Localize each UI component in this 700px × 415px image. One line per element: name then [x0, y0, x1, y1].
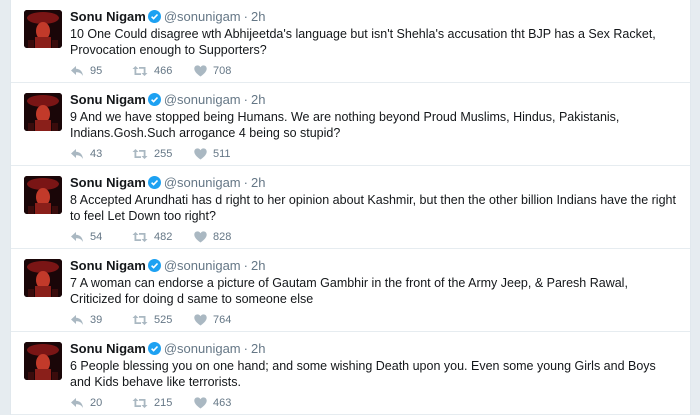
reply-button[interactable]: 39	[70, 312, 102, 328]
timestamp[interactable]: 2h	[251, 92, 265, 107]
reply-icon	[71, 398, 83, 408]
retweet-count: 525	[154, 314, 173, 326]
avatar-image	[24, 93, 62, 131]
reply-count: 43	[90, 148, 103, 160]
reply-button[interactable]: 43	[70, 146, 102, 162]
author-handle[interactable]: @sonunigam	[164, 9, 241, 24]
author-handle[interactable]: @sonunigam	[164, 92, 241, 107]
reply-button[interactable]: 54	[70, 229, 102, 245]
retweet-button[interactable]: 525	[132, 312, 172, 328]
timestamp[interactable]: 2h	[251, 341, 265, 356]
like-button[interactable]: 828	[194, 229, 231, 245]
retweet-icon	[132, 149, 148, 159]
author-name[interactable]: Sonu Nigam	[70, 9, 146, 24]
tweet[interactable]: Sonu Nigam @sonunigam · 2h 7 A woman can en…	[11, 249, 690, 332]
avatar[interactable]	[24, 176, 62, 214]
retweet-button[interactable]: 466	[132, 63, 172, 79]
retweet-icon	[132, 232, 148, 242]
tweet-text: 7 A woman can endorse a picture of Gauta…	[70, 276, 628, 306]
avatar-image	[24, 259, 62, 297]
heart-icon	[194, 65, 207, 77]
author-name[interactable]: Sonu Nigam	[70, 258, 146, 273]
reply-count: 54	[90, 231, 103, 243]
like-button[interactable]: 511	[194, 146, 231, 162]
verified-badge-icon	[147, 342, 161, 355]
reply-icon	[71, 66, 83, 76]
avatar-image	[24, 10, 62, 48]
retweet-icon	[132, 315, 148, 325]
heart-icon	[194, 231, 207, 243]
reply-icon	[71, 315, 83, 325]
timestamp[interactable]: 2h	[251, 9, 265, 24]
heart-icon	[194, 314, 207, 326]
retweet-button[interactable]: 255	[132, 146, 172, 162]
reply-count: 39	[90, 314, 103, 326]
heart-icon	[194, 148, 207, 160]
verified-badge-icon	[147, 176, 161, 189]
timestamp[interactable]: 2h	[251, 175, 265, 190]
retweet-count: 482	[154, 231, 173, 243]
tweet-text: 10 One Could disagree wth Abhijeetda's l…	[70, 27, 656, 57]
author-name[interactable]: Sonu Nigam	[70, 341, 146, 356]
separator-dot: ·	[243, 9, 248, 24]
retweet-button[interactable]: 482	[132, 229, 172, 245]
retweet-icon	[132, 398, 148, 408]
author-handle[interactable]: @sonunigam	[164, 175, 241, 190]
like-button[interactable]: 708	[194, 63, 231, 79]
tweet-text: 8 Accepted Arundhati has d right to her …	[70, 193, 676, 223]
retweet-count: 466	[154, 65, 173, 77]
like-count: 511	[213, 148, 231, 160]
avatar-image	[24, 342, 62, 380]
tweet-text: 6 People blessing you on one hand; and s…	[70, 359, 656, 389]
like-count: 828	[213, 231, 232, 243]
tweet-header: Sonu Nigam @sonunigam · 2h	[70, 92, 265, 108]
retweet-button[interactable]: 215	[132, 395, 172, 411]
retweet-count: 255	[154, 148, 173, 160]
heart-icon	[194, 397, 207, 409]
avatar[interactable]	[24, 93, 62, 131]
reply-count: 20	[90, 397, 103, 409]
like-button[interactable]: 463	[194, 395, 231, 411]
author-name[interactable]: Sonu Nigam	[70, 92, 146, 107]
retweet-count: 215	[154, 397, 173, 409]
reply-icon	[71, 149, 83, 159]
separator-dot: ·	[243, 92, 248, 107]
tweet-header: Sonu Nigam @sonunigam · 2h	[70, 9, 265, 25]
avatar[interactable]	[24, 342, 62, 380]
author-name[interactable]: Sonu Nigam	[70, 175, 146, 190]
tweet[interactable]: Sonu Nigam @sonunigam · 2h 8 Accepted Arund…	[11, 166, 690, 249]
reply-button[interactable]: 95	[70, 63, 102, 79]
tweet-header: Sonu Nigam @sonunigam · 2h	[70, 341, 265, 357]
tweet[interactable]: Sonu Nigam @sonunigam · 2h 10 One Could dis…	[11, 0, 690, 83]
separator-dot: ·	[243, 175, 248, 190]
tweet[interactable]: Sonu Nigam @sonunigam · 2h 6 People blessin…	[11, 332, 690, 415]
avatar-image	[24, 176, 62, 214]
tweet-text: 9 And we have stopped being Humans. We a…	[70, 110, 620, 140]
tweet-header: Sonu Nigam @sonunigam · 2h	[70, 175, 265, 191]
like-button[interactable]: 764	[194, 312, 231, 328]
tweet[interactable]: Sonu Nigam @sonunigam · 2h 9 And we have st…	[11, 83, 690, 166]
verified-badge-icon	[147, 10, 161, 23]
reply-button[interactable]: 20	[70, 395, 102, 411]
author-handle[interactable]: @sonunigam	[164, 341, 241, 356]
author-handle[interactable]: @sonunigam	[164, 258, 241, 273]
reply-icon	[71, 232, 83, 242]
retweet-icon	[132, 66, 148, 76]
separator-dot: ·	[243, 258, 248, 273]
timestamp[interactable]: 2h	[251, 258, 265, 273]
verified-badge-icon	[147, 259, 161, 272]
avatar[interactable]	[24, 259, 62, 297]
timeline: Sonu Nigam @sonunigam · 2h 10 One Could dis…	[10, 0, 691, 415]
like-count: 764	[213, 314, 232, 326]
reply-count: 95	[90, 65, 103, 77]
like-count: 708	[213, 65, 232, 77]
verified-badge-icon	[147, 93, 161, 106]
separator-dot: ·	[243, 341, 248, 356]
tweet-header: Sonu Nigam @sonunigam · 2h	[70, 258, 265, 274]
avatar[interactable]	[24, 10, 62, 48]
like-count: 463	[213, 397, 232, 409]
